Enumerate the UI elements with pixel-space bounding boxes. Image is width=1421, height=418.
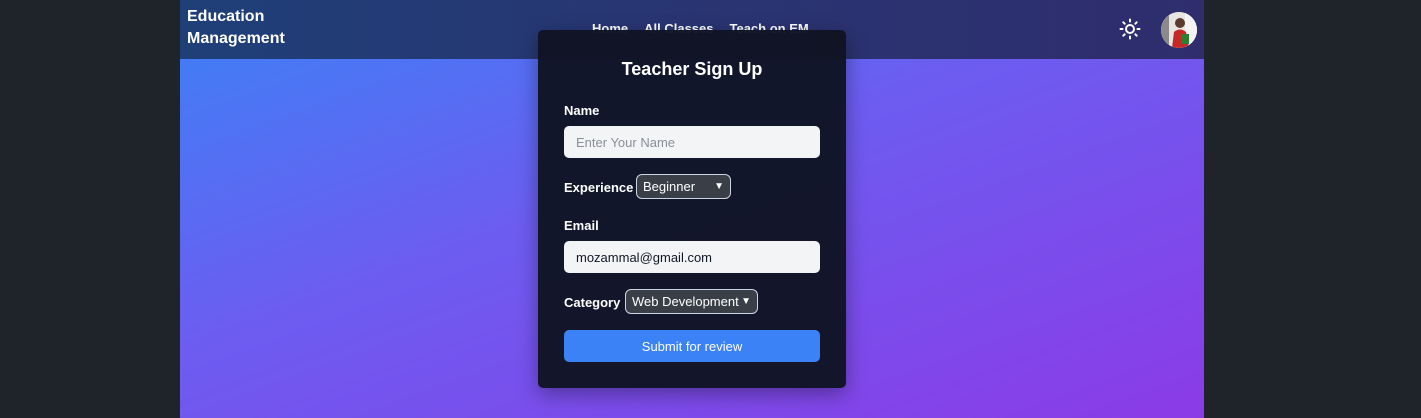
email-label: Email — [564, 218, 599, 233]
brand-logo[interactable]: Education Management — [187, 6, 317, 50]
name-label: Name — [564, 103, 600, 118]
chevron-down-icon: ▼ — [741, 296, 751, 307]
chevron-down-icon: ▼ — [714, 181, 724, 192]
brand-line-2: Management — [187, 30, 285, 47]
brand-line-1: Education — [187, 8, 265, 25]
page-background: Education Management Home All Classes Te… — [180, 0, 1204, 418]
experience-select[interactable]: Beginner ▼ — [636, 174, 731, 199]
category-select-value: Web Development — [632, 294, 739, 309]
teacher-signup-card: Teacher Sign Up Name Experience Beginner… — [538, 30, 846, 388]
form-title: Teacher Sign Up — [621, 59, 763, 79]
category-label: Category — [564, 295, 621, 310]
name-input[interactable] — [564, 126, 820, 158]
submit-button[interactable]: Submit for review — [564, 330, 820, 362]
experience-select-value: Beginner — [643, 179, 696, 194]
experience-label: Experience — [564, 180, 634, 195]
category-select[interactable]: Web Development ▼ — [625, 289, 758, 314]
email-input[interactable] — [564, 241, 820, 273]
user-avatar[interactable] — [1161, 12, 1197, 48]
sun-icon[interactable] — [1119, 18, 1141, 40]
